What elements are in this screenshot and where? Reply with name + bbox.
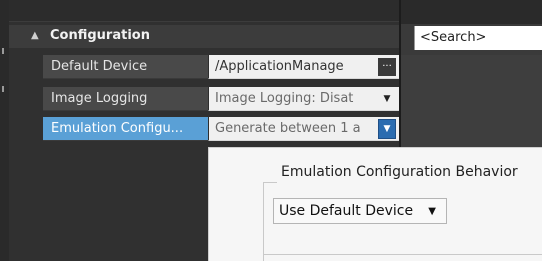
left-edge-strip — [0, 0, 9, 261]
groupbox-border — [263, 182, 277, 183]
dropdown-arrow-icon[interactable]: ▼ — [379, 90, 395, 108]
behavior-combobox[interactable]: Use Default Device ▼ — [273, 198, 447, 224]
property-value[interactable]: Generate between 1 a ▼ — [208, 117, 399, 141]
right-panel-header — [401, 0, 542, 24]
property-name[interactable]: Image Logging — [43, 87, 208, 111]
property-value[interactable]: /ApplicationManage ... — [208, 55, 399, 79]
property-row-image-logging[interactable]: Image Logging Image Logging: Disat ▼ — [9, 87, 399, 111]
chevron-down-icon[interactable]: ▼ — [428, 206, 436, 217]
edge-marker — [2, 86, 4, 92]
category-label: Configuration — [50, 28, 150, 43]
property-value-text: Generate between 1 a — [215, 121, 361, 136]
property-name[interactable]: Emulation Configu... — [43, 117, 208, 141]
combobox-value: Use Default Device — [279, 203, 414, 219]
divider — [263, 254, 542, 255]
property-grid-header — [9, 0, 399, 22]
collapse-icon[interactable]: ▲ — [31, 30, 39, 41]
property-row-emulation-configuration[interactable]: Emulation Configu... Generate between 1 … — [9, 117, 399, 141]
edge-marker — [2, 48, 4, 54]
groupbox-title: Emulation Configuration Behavior — [281, 164, 518, 180]
search-input[interactable]: <Search> — [414, 26, 542, 50]
category-configuration[interactable]: ▲ Configuration — [9, 25, 399, 48]
emulation-config-popup: Emulation Configuration Behavior Use Def… — [208, 147, 542, 261]
property-row-default-device[interactable]: Default Device /ApplicationManage ... — [9, 55, 399, 79]
property-value-text: Image Logging: Disat — [215, 91, 354, 106]
property-value[interactable]: Image Logging: Disat ▼ — [208, 87, 399, 111]
dropdown-arrow-icon[interactable]: ▼ — [378, 119, 396, 139]
browse-button[interactable]: ... — [378, 58, 396, 76]
groupbox-border — [263, 182, 264, 261]
property-name[interactable]: Default Device — [43, 55, 208, 79]
property-value-text: /ApplicationManage — [215, 59, 344, 74]
